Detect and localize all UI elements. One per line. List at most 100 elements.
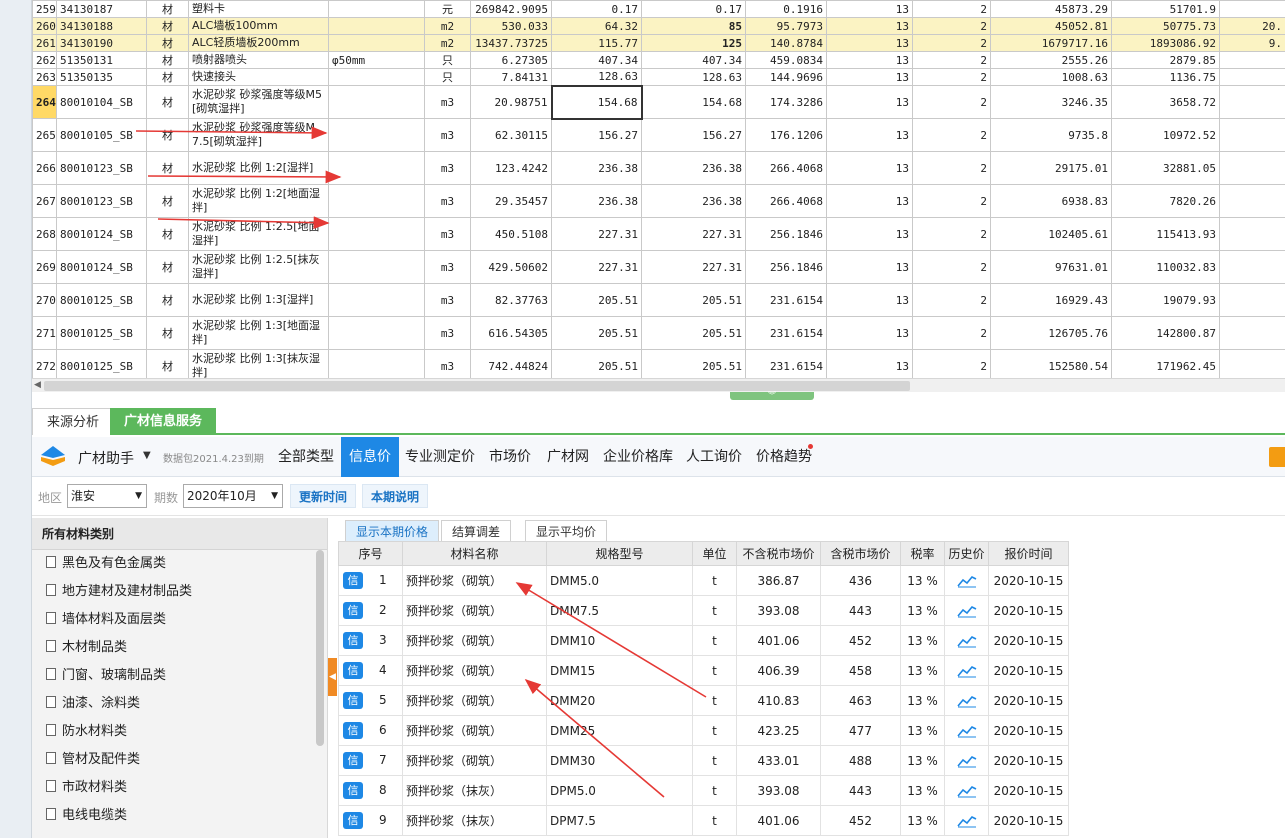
info-badge-icon[interactable]: 信	[343, 602, 363, 619]
sheet-cell-n2[interactable]: 2	[912, 85, 991, 119]
sheet-cell-qty[interactable]: 269842.9095	[470, 0, 552, 18]
column-header[interactable]: 规格型号	[546, 541, 693, 566]
sheet-cell-t3[interactable]	[1219, 68, 1285, 86]
sheet-cell-t1[interactable]: 152580.54	[990, 349, 1112, 378]
tab-material-info-service[interactable]: 广材信息服务	[110, 408, 217, 435]
sheet-cell-p1[interactable]: 227.31	[551, 217, 642, 251]
sheet-row[interactable]: 260 34130188 材 ALC墙板100mm m2 530.033 64.32 85 95…	[32, 17, 1285, 35]
sheet-cell-t3[interactable]	[1219, 217, 1285, 251]
sheet-cell-t1[interactable]: 6938.83	[990, 184, 1112, 218]
sheet-cell-n2[interactable]: 2	[912, 283, 991, 317]
sheet-cell-unit[interactable]: m2	[424, 34, 471, 52]
sheet-cell-name[interactable]: 水泥砂浆 比例 1:2.5[抹灰湿拌]	[188, 250, 329, 284]
sheet-cell-p2[interactable]: 236.38	[641, 184, 746, 218]
sheet-cell-t1[interactable]: 3246.35	[990, 85, 1112, 119]
sheet-cell-type[interactable]: 材	[146, 316, 189, 350]
sheet-cell-p1[interactable]: 205.51	[551, 316, 642, 350]
category-item[interactable]: 电线电缆类	[32, 802, 327, 830]
sheet-row[interactable]: 266 80010123_SB 材水泥砂浆 比例 1:2[湿拌] m3 123.4242…	[32, 151, 1285, 185]
helper-title[interactable]: 广材助手	[78, 448, 134, 468]
sheet-cell-type[interactable]: 材	[146, 349, 189, 378]
price-row[interactable]: 信 1 预拌砂浆（砌筑） DMM5.0 t 386.87 436 13 % 2020-10-15	[338, 565, 1069, 596]
sheet-cell-spec[interactable]	[328, 85, 425, 119]
sheet-cell-qty[interactable]: 616.54305	[470, 316, 552, 350]
sheet-cell-unit[interactable]: m3	[424, 85, 471, 119]
sheet-cell-p2[interactable]: 205.51	[641, 349, 746, 378]
sheet-cell-p2[interactable]: 154.68	[641, 85, 746, 119]
category-item[interactable]: 墙体材料及面层类	[32, 606, 327, 634]
sheet-cell-code[interactable]: 80010124_SB	[56, 217, 147, 251]
sheet-cell-n2[interactable]: 2	[912, 51, 991, 69]
sheet-cell-qty[interactable]: 742.44824	[470, 349, 552, 378]
sheet-cell-t1[interactable]: 45873.29	[990, 0, 1112, 18]
sheet-cell-n2[interactable]: 2	[912, 118, 991, 152]
sheet-cell-p2[interactable]: 227.31	[641, 250, 746, 284]
column-header[interactable]: 单位	[692, 541, 737, 566]
sheet-cell-tax[interactable]: 13	[826, 17, 913, 35]
sheet-cell-t2[interactable]: 171962.45	[1111, 349, 1220, 378]
sheet-cell-t3[interactable]	[1219, 250, 1285, 284]
sheet-cell-no[interactable]: 268	[32, 217, 57, 251]
sheet-cell-unit[interactable]: 只	[424, 51, 471, 69]
info-badge-icon[interactable]: 信	[343, 722, 363, 739]
sheet-cell-unit[interactable]: m2	[424, 17, 471, 35]
sheet-cell-t1[interactable]: 2555.26	[990, 51, 1112, 69]
sheet-cell-no[interactable]: 265	[32, 118, 57, 152]
sheet-cell-t3[interactable]	[1219, 283, 1285, 317]
sheet-cell-unit[interactable]: m3	[424, 349, 471, 378]
sheet-cell-t1[interactable]: 9735.8	[990, 118, 1112, 152]
sheet-cell-t3[interactable]	[1219, 0, 1285, 18]
sheet-cell-spec[interactable]	[328, 34, 425, 52]
sheet-cell-p2[interactable]: 0.17	[641, 0, 746, 18]
sheet-cell-tax[interactable]: 13	[826, 250, 913, 284]
category-item[interactable]: 门窗、玻璃制品类	[32, 662, 327, 690]
sheet-cell-name[interactable]: 水泥砂浆 比例 1:2[地面湿拌]	[188, 184, 329, 218]
sheet-cell-p3[interactable]: 95.7973	[745, 17, 827, 35]
tab-current-price[interactable]: 显示本期价格	[345, 520, 440, 542]
sheet-cell-p1[interactable]: 227.31	[551, 250, 642, 284]
price-cell-history[interactable]	[944, 595, 989, 626]
sheet-cell-name[interactable]: 水泥砂浆 比例 1:3[湿拌]	[188, 283, 329, 317]
scroll-left-icon[interactable]: ◀	[34, 380, 41, 390]
sheet-cell-t3[interactable]	[1219, 51, 1285, 69]
price-cell-history[interactable]	[944, 565, 989, 596]
sheet-cell-tax[interactable]: 13	[826, 151, 913, 185]
sheet-cell-tax[interactable]: 13	[826, 316, 913, 350]
sheet-cell-code[interactable]: 80010123_SB	[56, 184, 147, 218]
sheet-cell-no[interactable]: 261	[32, 34, 57, 52]
sheet-cell-type[interactable]: 材	[146, 0, 189, 18]
sheet-cell-t2[interactable]: 7820.26	[1111, 184, 1220, 218]
sheet-cell-p2[interactable]: 205.51	[641, 316, 746, 350]
nav-market-price[interactable]: 市场价	[485, 437, 535, 477]
sheet-cell-n2[interactable]: 2	[912, 217, 991, 251]
sheet-cell-tax[interactable]: 13	[826, 85, 913, 119]
sheet-cell-spec[interactable]	[328, 316, 425, 350]
sheet-cell-t1[interactable]: 29175.01	[990, 151, 1112, 185]
sheet-cell-spec[interactable]	[328, 217, 425, 251]
sheet-cell-t2[interactable]: 110032.83	[1111, 250, 1220, 284]
price-history-chart-icon[interactable]	[956, 634, 977, 648]
sheet-cell-t3[interactable]	[1219, 118, 1285, 152]
sheet-cell-code[interactable]: 34130187	[56, 0, 147, 18]
info-badge-icon[interactable]: 信	[343, 662, 363, 679]
sheet-cell-type[interactable]: 材	[146, 184, 189, 218]
sheet-cell-code[interactable]: 80010124_SB	[56, 250, 147, 284]
sheet-row[interactable]: 264 80010104_SB 材水泥砂浆 砂浆强度等级M5[砌筑湿拌] m3 20.9…	[32, 84, 1285, 120]
sheet-cell-unit[interactable]: m3	[424, 316, 471, 350]
sheet-cell-spec[interactable]	[328, 0, 425, 18]
sheet-cell-p1[interactable]: 236.38	[551, 184, 642, 218]
sheet-cell-n2[interactable]: 2	[912, 349, 991, 378]
sheet-cell-p3[interactable]: 144.9696	[745, 68, 827, 86]
sheet-row[interactable]: 265 80010105_SB 材水泥砂浆 砂浆强度等级M7.5[砌筑湿拌] m3 62…	[32, 118, 1285, 152]
sheet-cell-type[interactable]: 材	[146, 68, 189, 86]
sheet-cell-tax[interactable]: 13	[826, 51, 913, 69]
column-header[interactable]: 序号	[338, 541, 403, 566]
sheet-cell-n2[interactable]: 2	[912, 184, 991, 218]
category-item[interactable]: 管材及配件类	[32, 746, 327, 774]
sheet-cell-qty[interactable]: 450.5108	[470, 217, 552, 251]
sheet-cell-qty[interactable]: 13437.73725	[470, 34, 552, 52]
sheet-row[interactable]: 269 80010124_SB 材水泥砂浆 比例 1:2.5[抹灰湿拌] m3 429.…	[32, 250, 1285, 284]
sheet-cell-n2[interactable]: 2	[912, 34, 991, 52]
sheet-cell-spec[interactable]	[328, 68, 425, 86]
sheet-cell-t1[interactable]: 126705.76	[990, 316, 1112, 350]
